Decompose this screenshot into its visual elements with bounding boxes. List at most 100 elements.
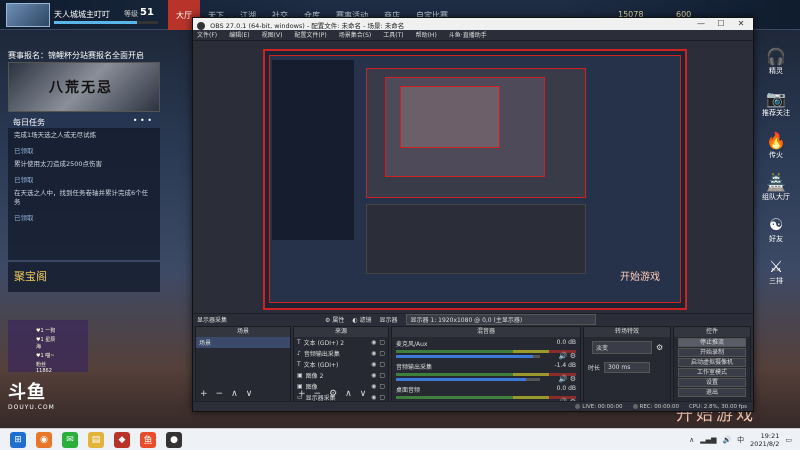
- chevron-up-icon[interactable]: ∧: [689, 436, 694, 444]
- obs-menu-item[interactable]: 帮助(H): [416, 30, 437, 40]
- network-icon[interactable]: ▂▄▆: [700, 436, 716, 444]
- player-avatar[interactable]: [6, 3, 50, 27]
- ime-icon[interactable]: 中: [737, 435, 744, 445]
- add-source-icon[interactable]: +: [298, 389, 306, 399]
- exp-bar: [54, 21, 158, 24]
- control-button[interactable]: 停止推流: [678, 338, 746, 347]
- control-button[interactable]: 设置: [678, 378, 746, 387]
- clock[interactable]: 19:21 2021/8/2: [750, 432, 779, 448]
- douyu-logo: 斗鱼 DOUYU.COM: [8, 378, 55, 411]
- move-down-icon[interactable]: ∨: [246, 389, 253, 399]
- obs-menu-item[interactable]: 斗鱼·直播助手: [449, 30, 487, 40]
- right-menu-item[interactable]: ⚔ 三排: [754, 258, 798, 286]
- minimize-icon[interactable]: —: [691, 18, 711, 30]
- wechat-icon[interactable]: ✉: [62, 431, 78, 448]
- close-icon[interactable]: ✕: [731, 18, 751, 30]
- event-title[interactable]: 赛事报名：锦鲤杯分站赛报名全面开启: [8, 50, 160, 61]
- right-menu-label: 精灵: [769, 67, 783, 75]
- display-select[interactable]: 显示器 1: 1920x1080 @ 0,0 (主显示器): [405, 314, 596, 325]
- task-item[interactable]: 在天选之人中，找到任务卷轴并累计完成6个任务: [8, 186, 160, 210]
- right-menu-item[interactable]: ☯ 好友: [754, 216, 798, 244]
- more-icon[interactable]: • • •: [133, 116, 152, 125]
- source-item[interactable]: ♪ 音频输出采集 ◉ ▢: [294, 348, 388, 359]
- source-item[interactable]: T 文本 (GDI+) ◉ ▢: [294, 359, 388, 370]
- obs-menu-item[interactable]: 配置文件(P): [294, 30, 326, 40]
- firefox-icon[interactable]: ◉: [36, 431, 52, 448]
- lock-icon[interactable]: ▢: [379, 372, 385, 379]
- source-name: 音频输出采集: [303, 351, 340, 358]
- duration-input[interactable]: 300 ms: [604, 362, 651, 373]
- mixer-channel-name: 音频输出采集: [396, 364, 433, 371]
- task-item[interactable]: 完成1场天选之人或无尽试炼: [8, 128, 160, 143]
- game-launcher-icon[interactable]: ◆: [114, 431, 130, 448]
- mixer-channel-header: 桌面音频 0.0 dB: [396, 385, 576, 394]
- control-button[interactable]: 退出: [678, 388, 746, 397]
- visibility-eye-icon[interactable]: ◉: [371, 339, 376, 346]
- streamer-info: ♥1 一狗 ♥1 星辰海 ♥1 喵~ 粉丝 11862: [8, 320, 88, 375]
- visibility-eye-icon[interactable]: ◉: [371, 350, 376, 357]
- transition-settings-icon[interactable]: ⚙: [656, 343, 663, 352]
- lock-icon[interactable]: ▢: [379, 383, 385, 390]
- obs-icon[interactable]: ●: [166, 431, 182, 448]
- mixer-channel: 麦克风/Aux 0.0 dB 🔊 ⚙: [392, 337, 580, 360]
- windows-start-icon[interactable]: ⊞: [10, 431, 26, 448]
- gear-icon[interactable]: ⚙: [567, 375, 576, 383]
- control-button[interactable]: 工作室模式: [678, 368, 746, 377]
- streamer-info-line: 粉丝 11862: [36, 362, 52, 374]
- mixer-channel-header: 麦克风/Aux 0.0 dB: [396, 339, 576, 348]
- obs-menu-item[interactable]: 场景集合(S): [339, 30, 372, 40]
- source-item[interactable]: ▣ 图像 2 ◉ ▢: [294, 370, 388, 381]
- task-item[interactable]: 累计使用太刀造成2500点伤害: [8, 157, 160, 172]
- transition-select[interactable]: 淡变: [592, 341, 652, 354]
- lock-icon[interactable]: ▢: [379, 350, 385, 357]
- visibility-eye-icon[interactable]: ◉: [371, 372, 376, 379]
- right-menu-item[interactable]: 🏯 组队大厅: [754, 174, 798, 202]
- move-up-icon[interactable]: ∧: [345, 389, 352, 399]
- volume-slider[interactable]: [396, 378, 540, 381]
- scene-item[interactable]: 场景: [196, 337, 290, 348]
- task-status: 已领取: [14, 147, 34, 155]
- add-scene-icon[interactable]: +: [200, 389, 208, 399]
- event-banner[interactable]: 八荒无忌: [8, 62, 160, 112]
- right-menu-item[interactable]: 📷 推荐关注: [754, 90, 798, 118]
- source-settings-icon[interactable]: ⚙: [329, 389, 337, 399]
- filters-button[interactable]: ◐ 滤镜: [352, 315, 371, 324]
- obs-preview[interactable]: 开始游戏: [263, 49, 687, 310]
- douyu-icon[interactable]: 鱼: [140, 431, 156, 448]
- volume-icon[interactable]: 🔊: [722, 436, 731, 444]
- remove-scene-icon[interactable]: −: [216, 389, 224, 399]
- duration-row: 时长 300 ms: [584, 358, 670, 377]
- visibility-eye-icon[interactable]: ◉: [371, 361, 376, 368]
- source-item[interactable]: T 文本 (GDI+) 2 ◉ ▢: [294, 337, 388, 348]
- obs-menu-item[interactable]: 编辑(E): [229, 30, 249, 40]
- control-list: 停止推流 开始录制 启动虚拟摄像机 工作室模式 设置 退出: [674, 338, 750, 397]
- obs-statusbar: LIVE: 00:00:00 REC: 00:00:00 CPU: 2.8%, …: [193, 401, 753, 411]
- volume-slider[interactable]: [396, 355, 540, 358]
- remove-source-icon[interactable]: −: [314, 389, 322, 399]
- obs-menu-item[interactable]: 工具(T): [383, 30, 403, 40]
- maximize-icon[interactable]: ☐: [711, 18, 731, 30]
- move-down-icon[interactable]: ∨: [360, 389, 367, 399]
- task-status: 已领取: [14, 176, 34, 184]
- right-menu-item[interactable]: 🔥 传火: [754, 132, 798, 160]
- treasure-panel[interactable]: 聚宝阁: [8, 262, 160, 292]
- obs-menu-item[interactable]: 视图(V): [262, 30, 283, 40]
- lock-icon[interactable]: ▢: [379, 361, 385, 368]
- event-banner-text: 八荒无忌: [49, 80, 113, 96]
- gear-icon[interactable]: ⚙: [567, 352, 576, 360]
- audio-meter: [396, 396, 576, 399]
- visibility-eye-icon[interactable]: ◉: [371, 383, 376, 390]
- move-up-icon[interactable]: ∧: [231, 389, 238, 399]
- lock-icon[interactable]: ▢: [379, 394, 385, 401]
- rec-time: REC: 00:00:00: [639, 403, 679, 410]
- visibility-eye-icon[interactable]: ◉: [371, 394, 376, 401]
- control-button[interactable]: 开始录制: [678, 348, 746, 357]
- sources-dock-title: 来源: [294, 327, 388, 337]
- lock-icon[interactable]: ▢: [379, 339, 385, 346]
- properties-button[interactable]: ⚙ 属性: [325, 315, 344, 324]
- control-button[interactable]: 启动虚拟摄像机: [678, 358, 746, 367]
- notification-icon[interactable]: ▭: [785, 436, 792, 444]
- obs-menu-item[interactable]: 文件(F): [197, 30, 217, 40]
- file-explorer-icon[interactable]: ▤: [88, 431, 104, 448]
- right-menu-item[interactable]: 🎧 精灵: [754, 48, 798, 76]
